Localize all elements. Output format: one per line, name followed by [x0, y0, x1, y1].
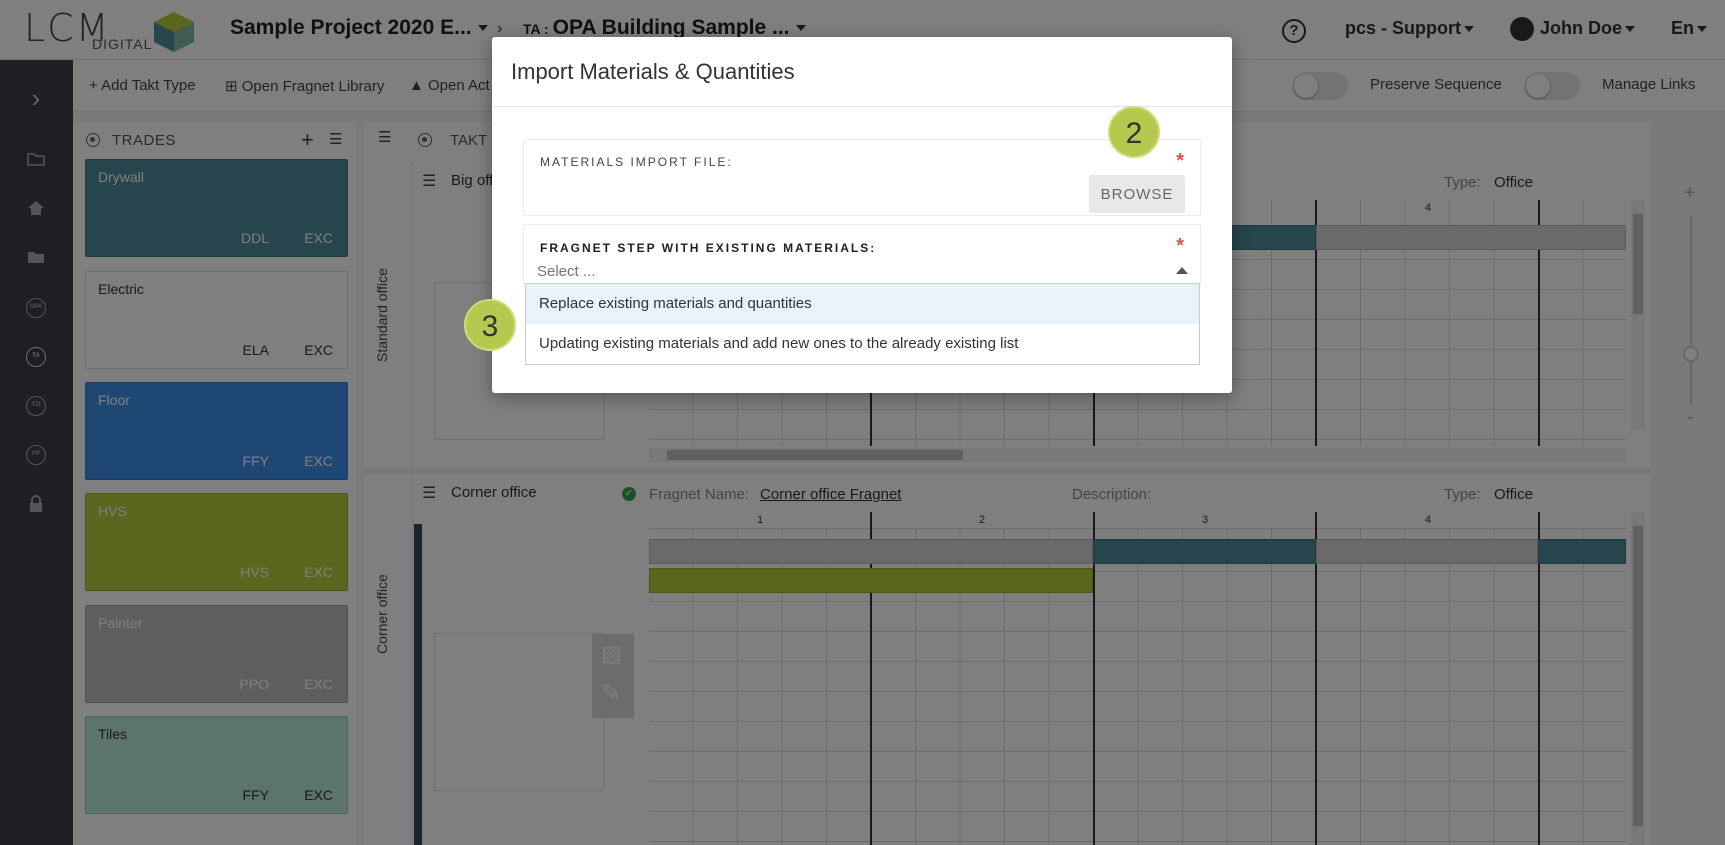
fragnet-step-select[interactable]: [537, 263, 1137, 280]
required-asterisk: *: [1176, 235, 1184, 257]
materials-import-file-label: MATERIALS IMPORT FILE:: [540, 155, 733, 169]
divider: [492, 106, 1232, 107]
materials-import-file-field: MATERIALS IMPORT FILE: * BROWSE: [523, 139, 1201, 216]
fragnet-step-label: FRAGNET STEP WITH EXISTING MATERIALS:: [540, 241, 877, 255]
step-badge-3: 3: [464, 299, 516, 351]
chevron-up-icon[interactable]: [1176, 267, 1188, 274]
import-materials-dialog: Import Materials & Quantities MATERIALS …: [492, 37, 1232, 393]
dropdown-option-replace[interactable]: Replace existing materials and quantitie…: [526, 284, 1199, 324]
fragnet-step-dropdown: Replace existing materials and quantitie…: [525, 283, 1200, 365]
fragnet-step-field: FRAGNET STEP WITH EXISTING MATERIALS: *: [523, 224, 1201, 286]
step-badge-2: 2: [1108, 106, 1160, 158]
browse-button[interactable]: BROWSE: [1089, 175, 1185, 213]
dialog-title: Import Materials & Quantities: [511, 59, 795, 84]
required-asterisk: *: [1176, 150, 1184, 172]
dropdown-option-update[interactable]: Updating existing materials and add new …: [526, 324, 1199, 364]
